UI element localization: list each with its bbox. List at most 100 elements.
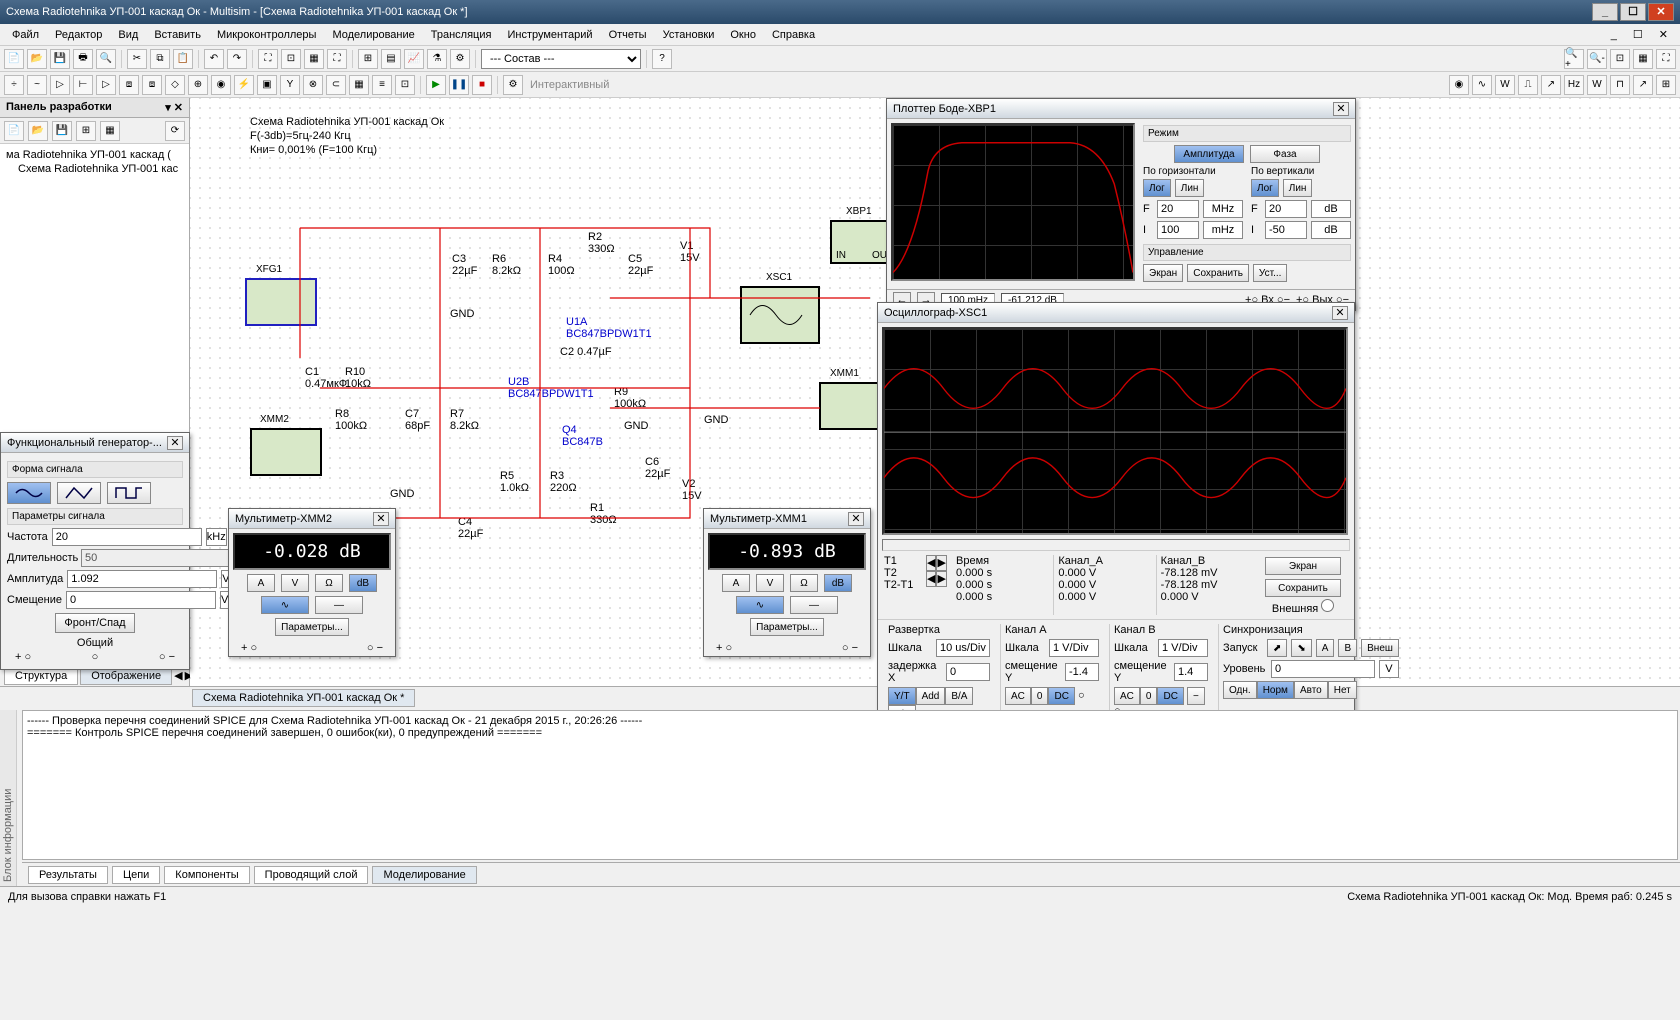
bode-amplitude-button[interactable]: Амплитуда (1174, 145, 1244, 163)
place-bus-icon[interactable]: ≡ (372, 75, 392, 95)
tab-nets[interactable]: Цепи (112, 866, 160, 884)
place-connector-icon[interactable]: ⊂ (326, 75, 346, 95)
place-cmos-icon[interactable]: ⧈ (142, 75, 162, 95)
mm2-db-button[interactable]: dB (349, 574, 377, 592)
interactive-icon[interactable]: ⚙ (503, 75, 523, 95)
osc-single-button[interactable]: Одн. (1223, 681, 1257, 699)
place-transistor-icon[interactable]: ⊢ (73, 75, 93, 95)
function-generator-window[interactable]: Функциональный генератор-...✕ Форма сигн… (0, 432, 190, 670)
osc-auto-button[interactable]: Авто (1294, 681, 1328, 699)
xsc1-block[interactable] (740, 286, 820, 344)
mm2-v-button[interactable]: V (281, 574, 309, 592)
zoom-out-icon[interactable]: 🔍- (1587, 49, 1607, 69)
place-mcu-icon[interactable]: ▦ (349, 75, 369, 95)
mm2-a-button[interactable]: A (247, 574, 275, 592)
mm2-minus-terminal[interactable]: ○ − (367, 642, 383, 654)
instr-word-icon[interactable]: W (1587, 75, 1607, 95)
terminal-common[interactable]: ○ (92, 651, 99, 663)
tab-copper[interactable]: Проводящий слой (254, 866, 369, 884)
wave-triangle-button[interactable] (57, 482, 101, 504)
mm2-close-icon[interactable]: ✕ (373, 512, 389, 526)
osc-cha-off-input[interactable] (1065, 663, 1099, 681)
osc-src-a-button[interactable]: A (1316, 639, 1335, 657)
menu-tools[interactable]: Инструментарий (499, 27, 600, 43)
osc-chb-0-button[interactable]: 0 (1140, 687, 1158, 705)
close-button[interactable]: ✕ (1648, 3, 1674, 21)
instr-logic-icon[interactable]: ⊓ (1610, 75, 1630, 95)
mm1-db-button[interactable]: dB (824, 574, 852, 592)
toggle-view-icon[interactable]: ⛶ (1656, 49, 1676, 69)
wizard-icon[interactable]: ⚙ (450, 49, 470, 69)
instr-watt-icon[interactable]: W (1495, 75, 1515, 95)
osc-hscroll[interactable] (882, 539, 1350, 551)
osc-t1-right-icon[interactable]: ▶ (936, 555, 946, 571)
bode-h-log-button[interactable]: Лог (1143, 179, 1171, 197)
mm1-params-button[interactable]: Параметры... (750, 618, 824, 636)
menu-transfer[interactable]: Трансляция (423, 27, 500, 43)
tree-new-icon[interactable]: 📄 (4, 121, 24, 141)
tree-schematic-icon[interactable]: ⊞ (76, 121, 96, 141)
place-diode-icon[interactable]: ▷ (50, 75, 70, 95)
terminal-minus[interactable]: ○ − (159, 651, 175, 663)
place-indicator-icon[interactable]: ◉ (211, 75, 231, 95)
osc-delay-input[interactable] (946, 663, 990, 681)
xmm2-block[interactable] (250, 428, 322, 476)
bode-v-log-button[interactable]: Лог (1251, 179, 1279, 197)
multimeter-xmm2-window[interactable]: Мультиметр-XMM2✕ -0.028 dB A V Ω dB ∿ — … (228, 508, 396, 657)
instr-iv-icon[interactable]: ↗ (1633, 75, 1653, 95)
instr-scope-icon[interactable]: ⎍ (1518, 75, 1538, 95)
zoom-region-icon[interactable]: ⊡ (281, 49, 301, 69)
menu-options[interactable]: Установки (655, 27, 723, 43)
bode-v-lin-button[interactable]: Лин (1283, 179, 1313, 197)
mm2-ohm-button[interactable]: Ω (315, 574, 343, 592)
osc-save-button[interactable]: Сохранить (1265, 579, 1341, 597)
osc-yt-button[interactable]: Y/T (888, 687, 916, 705)
place-power-icon[interactable]: ⚡ (234, 75, 254, 95)
cut-icon[interactable]: ✂ (127, 49, 147, 69)
bode-h-lin-button[interactable]: Лин (1175, 179, 1205, 197)
mm1-ohm-button[interactable]: Ω (790, 574, 818, 592)
bode-screen-button[interactable]: Экран (1143, 264, 1183, 282)
zoom-fit-icon[interactable]: ⛶ (258, 49, 278, 69)
place-hierarchy-icon[interactable]: ⊡ (395, 75, 415, 95)
fullscreen-icon[interactable]: ⛶ (327, 49, 347, 69)
osc-chb-inv-button[interactable]: − (1187, 687, 1205, 705)
menu-file[interactable]: Файл (4, 27, 47, 43)
zoom-area-icon[interactable]: ⊡ (1610, 49, 1630, 69)
wave-square-button[interactable] (107, 482, 151, 504)
redo-icon[interactable]: ↷ (227, 49, 247, 69)
menu-help[interactable]: Справка (764, 27, 823, 43)
osc-edge-fall-button[interactable]: ⬊ (1291, 639, 1311, 657)
tree-save-icon[interactable]: 💾 (52, 121, 72, 141)
new-icon[interactable]: 📄 (4, 49, 24, 69)
tree-item[interactable]: ма Radiotehnika УП-001 каскад ( (4, 148, 185, 162)
tree-open-icon[interactable]: 📂 (28, 121, 48, 141)
zoom-sheet-icon[interactable]: ▦ (304, 49, 324, 69)
place-ttl-icon[interactable]: ⧈ (119, 75, 139, 95)
place-source-icon[interactable]: ÷ (4, 75, 24, 95)
zoom-page-icon[interactable]: ▦ (1633, 49, 1653, 69)
doc-minimize-icon[interactable]: _ (1603, 27, 1625, 43)
osc-add-button[interactable]: Add (916, 687, 946, 705)
place-em-icon[interactable]: ⊗ (303, 75, 323, 95)
panel-close-icon[interactable]: ✕ (174, 102, 183, 114)
paste-icon[interactable]: 📋 (173, 49, 193, 69)
fngen-close-icon[interactable]: ✕ (167, 436, 183, 450)
in-use-combo[interactable]: --- Состав --- (481, 49, 641, 69)
osc-cha-scale-input[interactable] (1049, 639, 1099, 657)
osc-level-input[interactable] (1271, 660, 1375, 678)
menu-insert[interactable]: Вставить (146, 27, 209, 43)
osc-cha-ac-button[interactable]: AC (1005, 687, 1031, 705)
bode-close-icon[interactable]: ✕ (1333, 102, 1349, 116)
minimize-button[interactable]: _ (1592, 3, 1618, 21)
off-input[interactable] (66, 591, 216, 609)
mm2-plus-terminal[interactable]: + ○ (241, 642, 257, 654)
place-misc2-icon[interactable]: ▣ (257, 75, 277, 95)
osc-cha-dc-button[interactable]: DC (1048, 687, 1074, 705)
terminal-plus[interactable]: + ○ (15, 651, 31, 663)
help-icon[interactable]: ? (652, 49, 672, 69)
multimeter-xmm1-window[interactable]: Мультиметр-XMM1✕ -0.893 dB A V Ω dB ∿ — … (703, 508, 871, 657)
place-misc-icon[interactable]: ◇ (165, 75, 185, 95)
postproc-icon[interactable]: ⚗ (427, 49, 447, 69)
bode-save-button[interactable]: Сохранить (1187, 264, 1249, 282)
